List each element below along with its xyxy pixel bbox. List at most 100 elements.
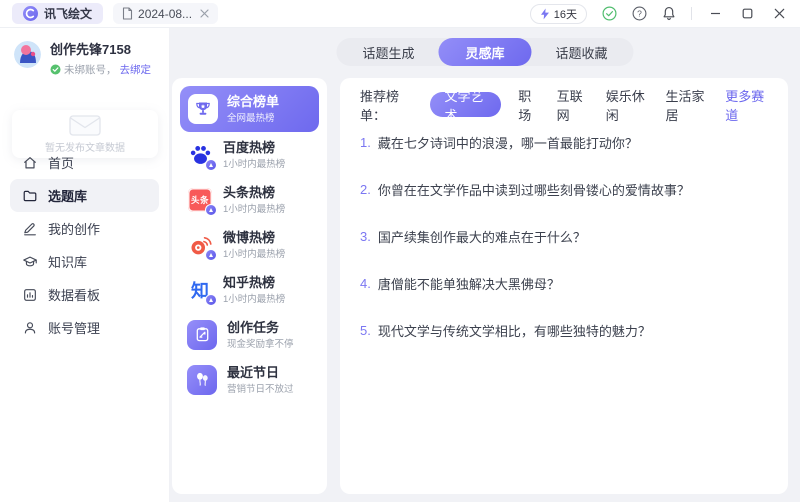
hot-list-title: 知乎热榜: [223, 275, 285, 291]
top-tabs: 话题生成 灵感库 话题收藏: [336, 38, 633, 66]
category-chip-literature[interactable]: 文学艺术: [430, 92, 501, 117]
hot-list-subtitle: 全网最热榜: [227, 110, 279, 124]
sidebar-item-home[interactable]: 首页: [10, 146, 159, 179]
tab-topic-favorites[interactable]: 话题收藏: [532, 38, 632, 66]
tab-topic-generation[interactable]: 话题生成: [338, 38, 438, 66]
bind-status-label: 未绑账号，: [64, 62, 117, 77]
topics-panel: 推荐榜单： 文学艺术 职场 互联网 娱乐休闲 生活家居 更多赛道 1. 藏在七夕…: [340, 78, 788, 494]
folder-icon: [22, 188, 38, 204]
trial-badge[interactable]: 16天: [530, 4, 587, 24]
hot-list-subtitle: 1小时内最热榜: [223, 156, 285, 170]
sidebar-item-label: 知识库: [48, 252, 87, 271]
sidebar-item-label: 数据看板: [48, 285, 100, 304]
recommend-label: 推荐榜单：: [360, 86, 413, 124]
topic-text: 现代文学与传统文学相比，有哪些独特的魅力？: [378, 321, 651, 340]
hot-list-subtitle: 营销节日不放过: [227, 381, 294, 395]
hot-list-item-zhihu[interactable]: 知 知乎热榜 1小时内最热榜: [180, 267, 319, 312]
avatar[interactable]: [14, 41, 41, 68]
more-categories-link[interactable]: 更多赛道: [725, 86, 768, 124]
topic-list: 1. 藏在七夕诗词中的浪漫，哪一首最能打动你？ 2. 你曾在在文学作品中读到过哪…: [360, 119, 768, 354]
hot-list-title: 最近节日: [227, 365, 294, 381]
verified-icon: [50, 64, 61, 75]
hot-list-item-overall[interactable]: 综合榜单 全网最热榜: [180, 86, 319, 132]
topic-number: 2.: [360, 182, 371, 197]
user-name: 创作先锋7158: [50, 39, 151, 58]
trophy-icon: [188, 94, 218, 124]
sidebar-item-my-creations[interactable]: 我的创作: [10, 212, 159, 245]
topic-text: 唐僧能不能单独解决大黑佛母？: [378, 274, 560, 293]
sidebar-item-topic-library[interactable]: 选题库: [10, 179, 159, 212]
hot-list-title: 综合榜单: [227, 94, 279, 110]
maximize-button[interactable]: [738, 5, 756, 23]
sidebar-item-account-management[interactable]: 账号管理: [10, 311, 159, 344]
sidebar-item-data-dashboard[interactable]: 数据看板: [10, 278, 159, 311]
minimize-button[interactable]: [706, 5, 724, 23]
tab-inspiration-library[interactable]: 灵感库: [438, 38, 531, 66]
hot-list-panel: 综合榜单 全网最热榜 百度热榜 1小时内最热榜 头条 头条热榜: [172, 78, 327, 494]
hot-list-item-creation-task[interactable]: 创作任务 现金奖励拿不停: [180, 312, 319, 357]
titlebar-divider: [691, 7, 692, 20]
sidebar-item-label: 选题库: [48, 186, 87, 205]
category-chip-entertainment[interactable]: 娱乐休闲: [606, 86, 649, 124]
hot-badge-icon: [205, 249, 217, 261]
close-button[interactable]: [770, 5, 788, 23]
topic-text: 藏在七夕诗词中的浪漫，哪一首最能打动你？: [378, 133, 638, 152]
topic-number: 5.: [360, 323, 371, 338]
topic-text: 国产续集创作最大的难点在于什么？: [378, 227, 586, 246]
hot-badge-icon: [205, 159, 217, 171]
topic-item[interactable]: 1. 藏在七夕诗词中的浪漫，哪一首最能打动你？: [360, 119, 768, 166]
hot-list-item-baidu[interactable]: 百度热榜 1小时内最热榜: [180, 132, 319, 177]
topic-item[interactable]: 3. 国产续集创作最大的难点在于什么？: [360, 213, 768, 260]
topic-number: 3.: [360, 229, 371, 244]
help-icon[interactable]: ?: [631, 6, 647, 22]
main-area: 话题生成 灵感库 话题收藏 综合榜单 全网最热榜 百度热榜 1小时内最热榜: [170, 28, 800, 502]
user-profile: 创作先锋7158 未绑账号，去绑定: [14, 39, 151, 77]
category-chip-internet[interactable]: 互联网: [557, 86, 589, 124]
topic-item[interactable]: 2. 你曾在在文学作品中读到过哪些刻骨镂心的爱情故事？: [360, 166, 768, 213]
check-circle-icon[interactable]: [601, 6, 617, 22]
hot-badge-icon: [205, 294, 217, 306]
sidebar-item-label: 账号管理: [48, 318, 100, 337]
app-logo-icon: [23, 6, 38, 21]
hot-list-item-recent-festivals[interactable]: 最近节日 营销节日不放过: [180, 357, 319, 402]
hot-list-title: 微博热榜: [223, 230, 285, 246]
bell-icon[interactable]: [661, 6, 677, 22]
graduation-cap-icon: [22, 254, 38, 270]
hot-list-title: 百度热榜: [223, 140, 285, 156]
hot-list-subtitle: 1小时内最热榜: [223, 201, 285, 215]
titlebar: 讯飞绘文 2024-08... 16天 ?: [0, 0, 800, 28]
topic-text: 你曾在在文学作品中读到过哪些刻骨镂心的爱情故事？: [378, 180, 690, 199]
doc-tab-close-icon[interactable]: [200, 9, 209, 18]
user-icon: [22, 320, 38, 336]
hot-list-item-toutiao[interactable]: 头条 头条热榜 1小时内最热榜: [180, 177, 319, 222]
empty-envelope-icon: [69, 115, 101, 136]
doc-tab[interactable]: 2024-08...: [113, 3, 218, 24]
topic-item[interactable]: 5. 现代文学与传统文学相比，有哪些独特的魅力？: [360, 307, 768, 354]
task-icon: [187, 320, 217, 350]
dashboard-icon: [22, 287, 38, 303]
hot-list-item-weibo[interactable]: 微博热榜 1小时内最热榜: [180, 222, 319, 267]
sidebar-item-label: 我的创作: [48, 219, 100, 238]
sidebar: 创作先锋7158 未绑账号，去绑定 暂无发布文章数据 首页 选题库 我的创作: [0, 28, 170, 502]
recommend-filter-row: 推荐榜单： 文学艺术 职场 互联网 娱乐休闲 生活家居 更多赛道: [360, 92, 768, 117]
file-icon: [122, 7, 133, 20]
hot-list-subtitle: 1小时内最热榜: [223, 246, 285, 260]
sidebar-item-label: 首页: [48, 153, 74, 172]
hot-badge-icon: [205, 204, 217, 216]
hot-list-title: 创作任务: [227, 320, 294, 336]
pen-icon: [22, 221, 38, 237]
category-chip-workplace[interactable]: 职场: [518, 86, 539, 124]
svg-text:?: ?: [637, 8, 642, 18]
sidebar-item-knowledge-base[interactable]: 知识库: [10, 245, 159, 278]
app-tab-label: 讯飞绘文: [44, 5, 92, 22]
hot-list-title: 头条热榜: [223, 185, 285, 201]
trial-days-label: 16天: [554, 6, 577, 22]
app-tab[interactable]: 讯飞绘文: [12, 3, 103, 24]
bind-account-link[interactable]: 去绑定: [120, 62, 152, 77]
topic-number: 4.: [360, 276, 371, 291]
hot-list-subtitle: 1小时内最热榜: [223, 291, 285, 305]
doc-tab-label: 2024-08...: [138, 7, 192, 21]
category-chip-home-life[interactable]: 生活家居: [665, 86, 708, 124]
topic-item[interactable]: 4. 唐僧能不能单独解决大黑佛母？: [360, 260, 768, 307]
lightning-icon: [540, 8, 550, 20]
